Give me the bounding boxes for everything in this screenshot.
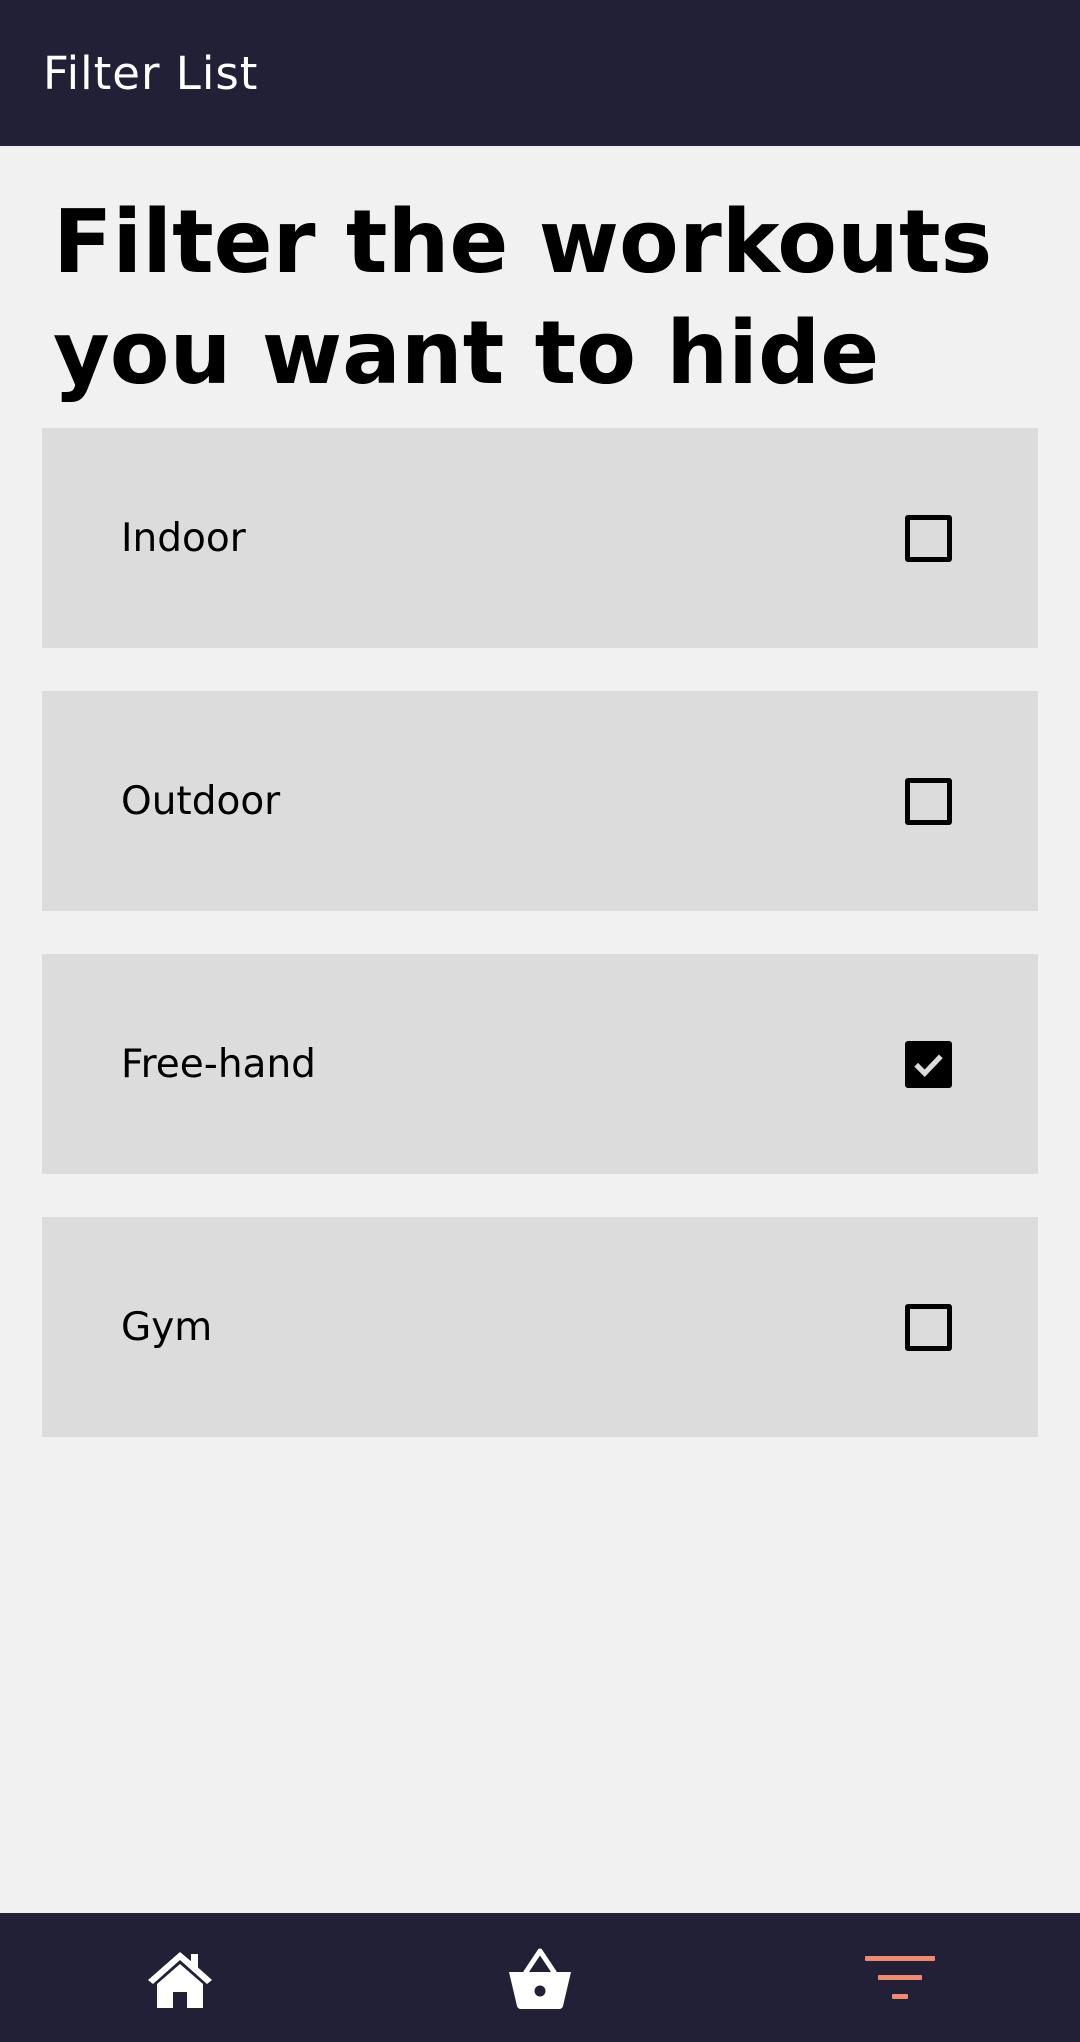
checkbox[interactable]: [905, 777, 952, 825]
nav-home-button[interactable]: [105, 1913, 255, 2042]
checkbox[interactable]: [905, 1040, 952, 1088]
checkbox[interactable]: [905, 514, 952, 562]
filter-label: Free-hand: [121, 1041, 316, 1087]
basket-icon: [509, 1948, 571, 2009]
filter-item-gym[interactable]: Gym: [42, 1217, 1038, 1437]
filter-label: Gym: [121, 1304, 213, 1350]
nav-filter-button[interactable]: [825, 1913, 975, 2042]
filter-item-indoor[interactable]: Indoor: [42, 428, 1038, 648]
filter-label: Outdoor: [121, 778, 281, 824]
filter-label: Indoor: [121, 515, 246, 561]
page-heading: Filter the workouts you want to hide: [53, 191, 993, 404]
app-bar: Filter List: [0, 0, 1080, 146]
filter-list: Indoor Outdoor Free-hand Gym: [42, 428, 1038, 1480]
filter-item-free-hand[interactable]: Free-hand: [42, 954, 1038, 1174]
checkbox[interactable]: [905, 1303, 952, 1351]
bottom-nav: [0, 1913, 1080, 2042]
checkmark-icon: [914, 1054, 943, 1078]
nav-basket-button[interactable]: [465, 1913, 615, 2042]
home-icon: [148, 1951, 212, 2008]
filter-item-outdoor[interactable]: Outdoor: [42, 691, 1038, 911]
filter-icon: [865, 1955, 935, 1999]
app-bar-title: Filter List: [43, 46, 259, 100]
